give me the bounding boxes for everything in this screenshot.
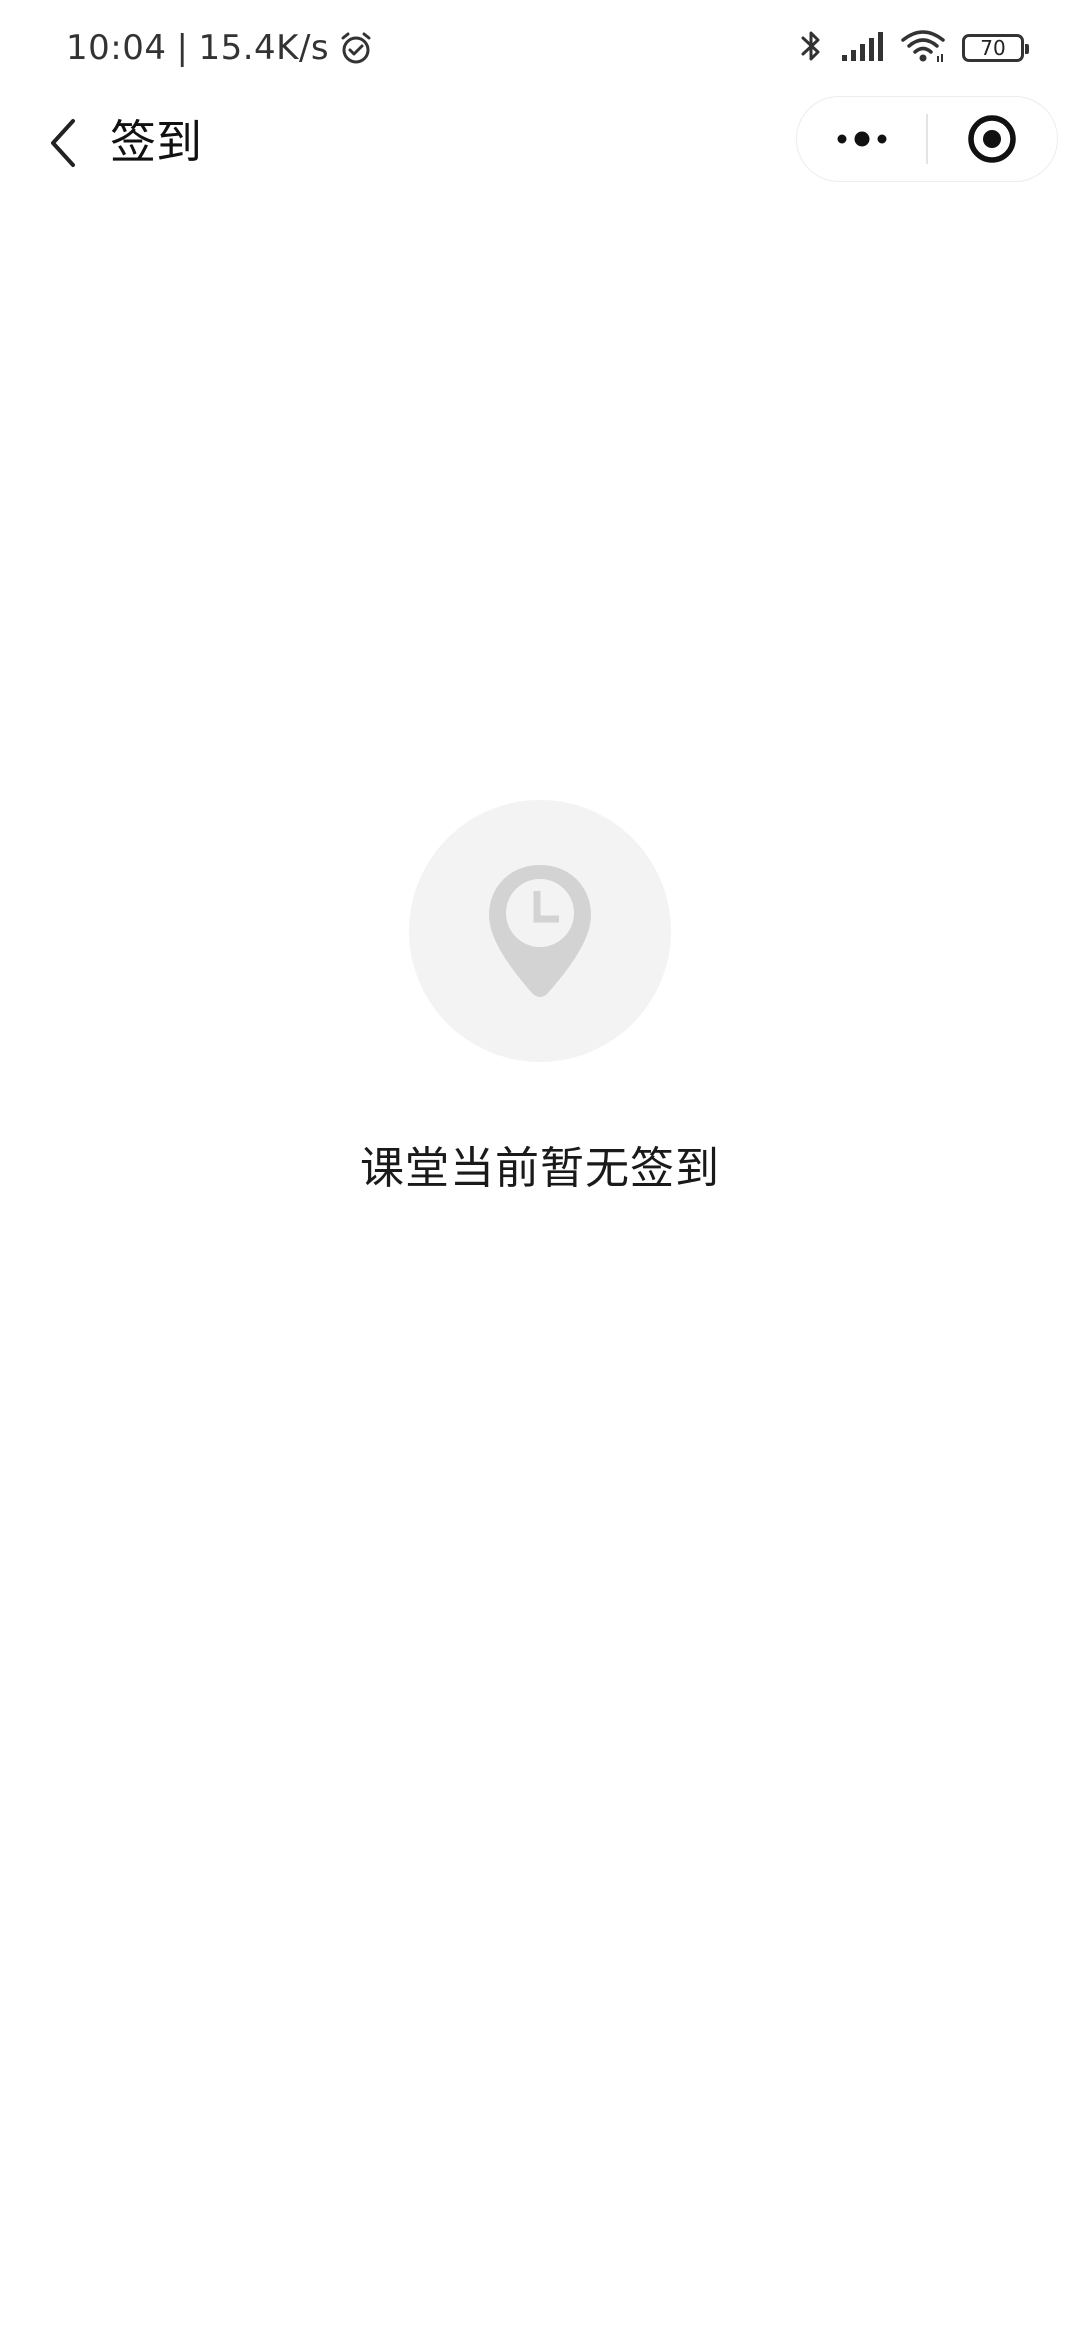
signal-icon bbox=[840, 29, 884, 67]
status-right: 70 bbox=[798, 26, 1029, 70]
status-time: 10:04 bbox=[66, 28, 167, 68]
battery-icon: 70 bbox=[962, 34, 1029, 62]
status-separator: | bbox=[176, 28, 189, 68]
alarm-icon bbox=[337, 29, 375, 67]
nav-bar: 签到 bbox=[0, 96, 1080, 188]
page-title: 签到 bbox=[110, 115, 202, 169]
capsule-menu bbox=[796, 96, 1058, 182]
status-left: 10:04 | 15.4K/s bbox=[66, 22, 375, 74]
empty-state: 课堂当前暂无签到 bbox=[0, 800, 1080, 1196]
bluetooth-icon bbox=[798, 27, 824, 69]
screen: 10:04 | 15.4K/s 70 签到 课堂当前暂无签到 bbox=[0, 0, 1080, 2340]
close-target-icon bbox=[968, 115, 1017, 163]
close-miniprogram-button[interactable] bbox=[928, 96, 1057, 182]
wifi-icon bbox=[900, 28, 946, 68]
network-speed: 15.4K/s bbox=[198, 28, 330, 68]
empty-state-message: 课堂当前暂无签到 bbox=[360, 1143, 720, 1194]
empty-state-illustration bbox=[409, 800, 671, 1062]
more-button[interactable] bbox=[797, 96, 926, 182]
more-icon bbox=[837, 131, 887, 147]
status-bar: 10:04 | 15.4K/s 70 bbox=[0, 0, 1080, 96]
back-button[interactable] bbox=[28, 108, 98, 178]
location-clock-icon bbox=[489, 865, 591, 997]
chevron-left-icon bbox=[51, 119, 75, 167]
battery-level: 70 bbox=[980, 36, 1006, 60]
